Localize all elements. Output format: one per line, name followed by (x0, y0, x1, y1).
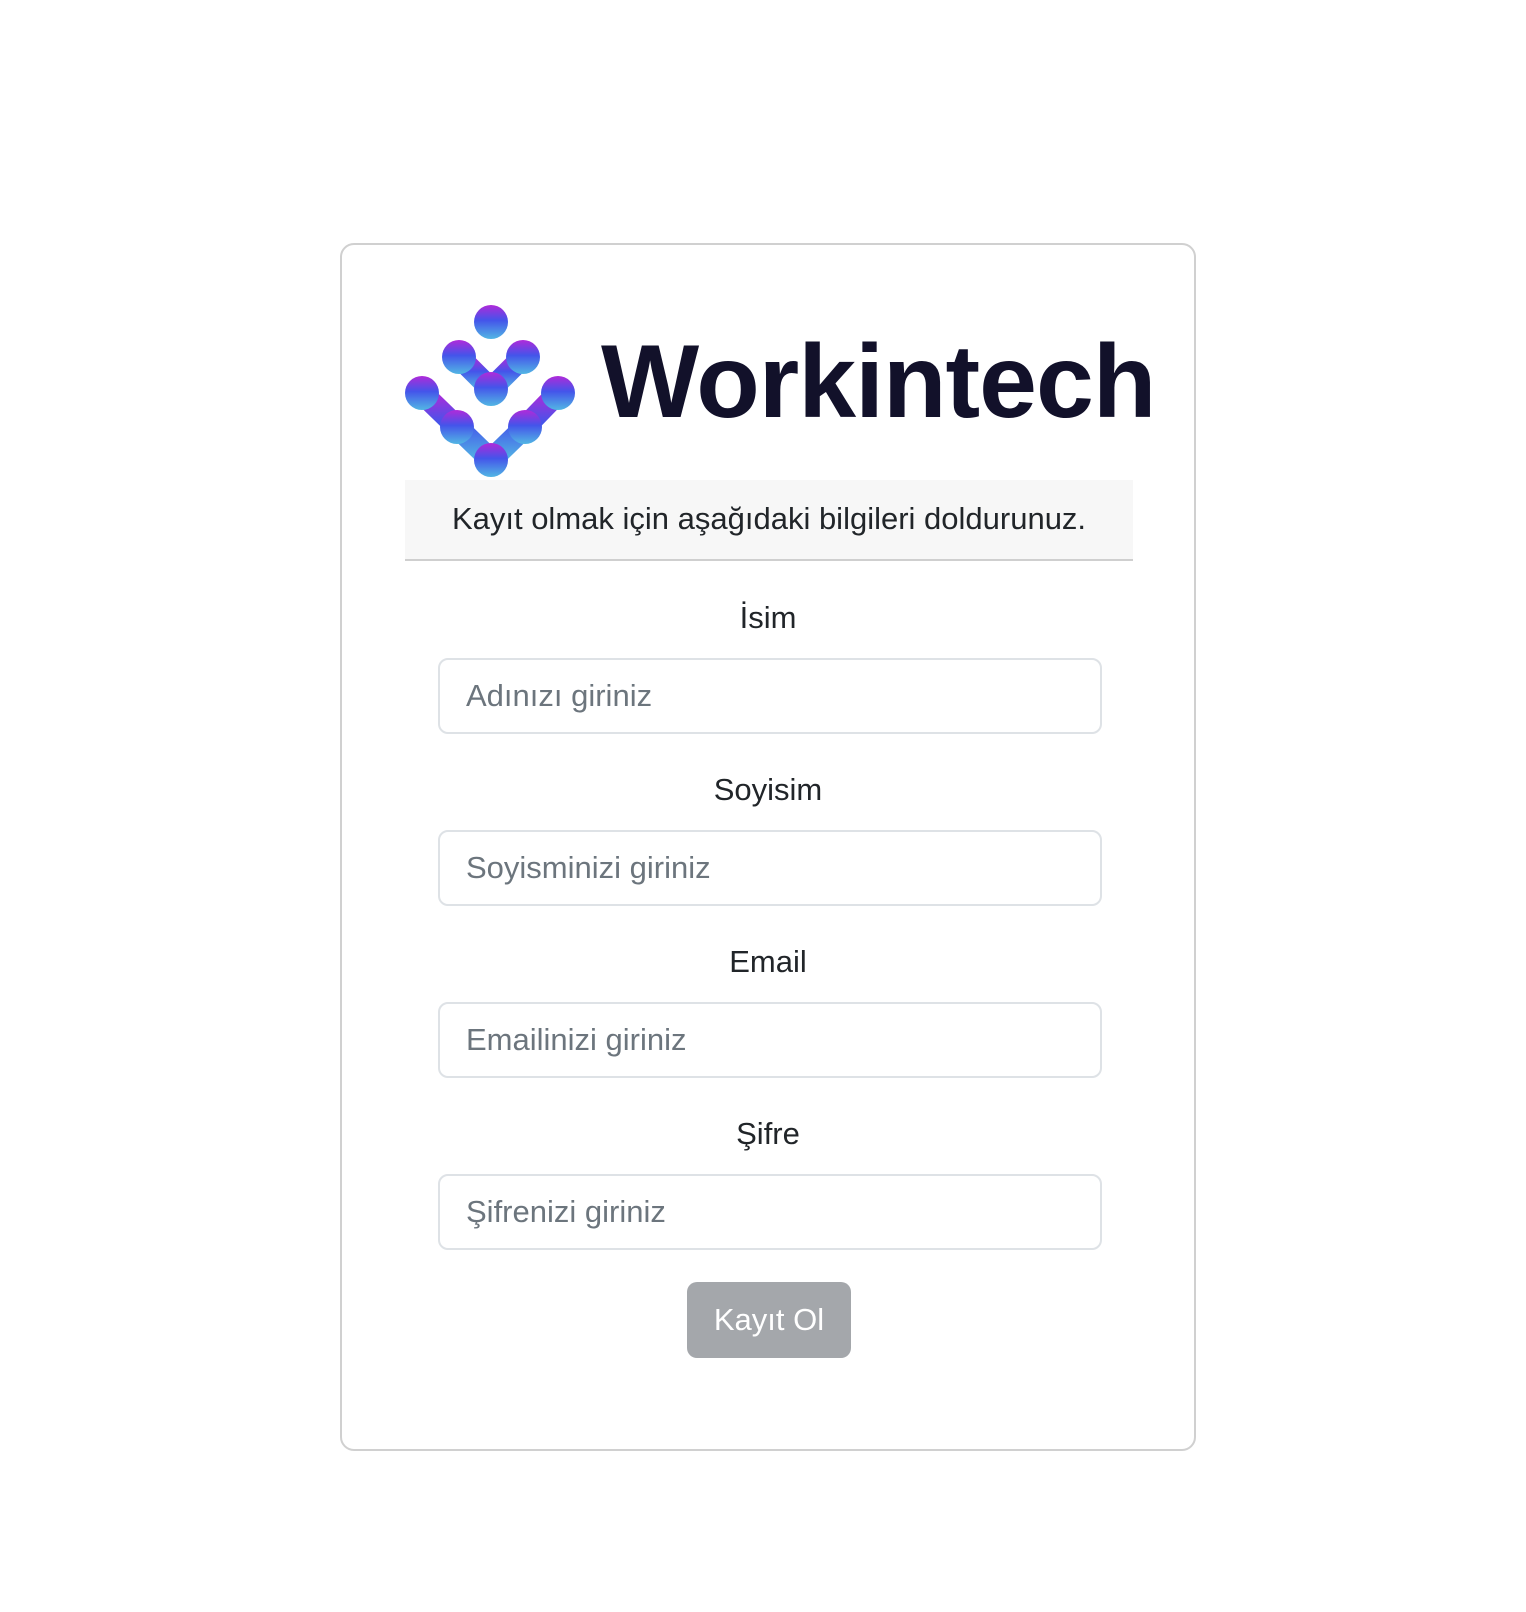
password-input[interactable] (438, 1174, 1102, 1250)
email-label: Email (729, 944, 807, 979)
brand-name: Workintech (601, 324, 1156, 440)
last-name-label: Soyisim (713, 772, 823, 807)
workintech-logo-icon (405, 305, 575, 477)
form-description: Kayıt olmak için aşağıdaki bilgileri dol… (405, 480, 1133, 561)
brand-logo: Workintech (405, 305, 1156, 481)
first-name-input[interactable] (438, 658, 1102, 734)
last-name-input[interactable] (438, 830, 1102, 906)
email-input[interactable] (438, 1002, 1102, 1078)
password-label: Şifre (736, 1116, 800, 1151)
first-name-label: İsim (739, 600, 797, 635)
register-button[interactable]: Kayıt Ol (687, 1282, 851, 1358)
